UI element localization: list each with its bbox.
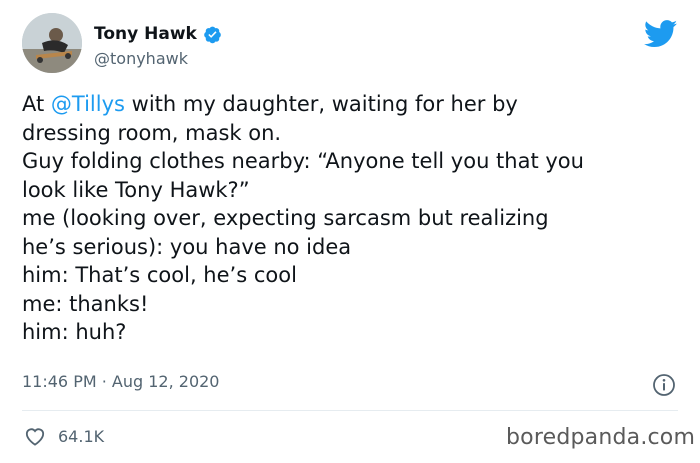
author-name[interactable]: Tony Hawk xyxy=(94,24,222,44)
tweet-line: him: huh? xyxy=(22,320,127,344)
verified-badge-icon xyxy=(204,26,221,43)
tweet-text: At @Tillys with my daughter, waiting for… xyxy=(22,90,682,347)
tweet-line: dressing room, mask on. xyxy=(22,120,282,145)
divider xyxy=(22,410,678,411)
tweet-line: me: thanks! xyxy=(22,291,149,316)
mention-link[interactable]: @Tillys xyxy=(51,92,125,116)
author-handle[interactable]: @tonyhawk xyxy=(94,49,188,68)
tweet-text-segment: At xyxy=(22,92,51,116)
author-name-text[interactable]: Tony Hawk xyxy=(94,24,197,44)
tweet-line: look like Tony Hawk?” xyxy=(22,177,250,202)
tweet-timestamp[interactable]: 11:46 PM · Aug 12, 2020 xyxy=(22,372,219,391)
heart-icon xyxy=(25,428,45,446)
watermark: boredpanda.com xyxy=(506,425,696,450)
twitter-bird-icon[interactable] xyxy=(644,20,678,48)
tweet-line: me (looking over, expecting sarcasm but … xyxy=(22,206,549,230)
info-icon[interactable] xyxy=(652,373,676,397)
like-count: 64.1K xyxy=(58,426,105,446)
tweet-line: Guy folding clothes nearby: “Anyone tell… xyxy=(22,149,584,173)
like-button[interactable]: 64.1K xyxy=(24,426,104,446)
tweet-line: him: That’s cool, he’s cool xyxy=(22,263,297,287)
tweet-line: he’s serious): you have no idea xyxy=(22,234,352,259)
tweet-text-segment: with my daughter, waiting for her by xyxy=(124,92,518,116)
tweet-line: At @Tillys with my daughter, waiting for… xyxy=(22,90,682,119)
avatar[interactable] xyxy=(22,13,82,73)
avatar-image xyxy=(22,13,82,73)
